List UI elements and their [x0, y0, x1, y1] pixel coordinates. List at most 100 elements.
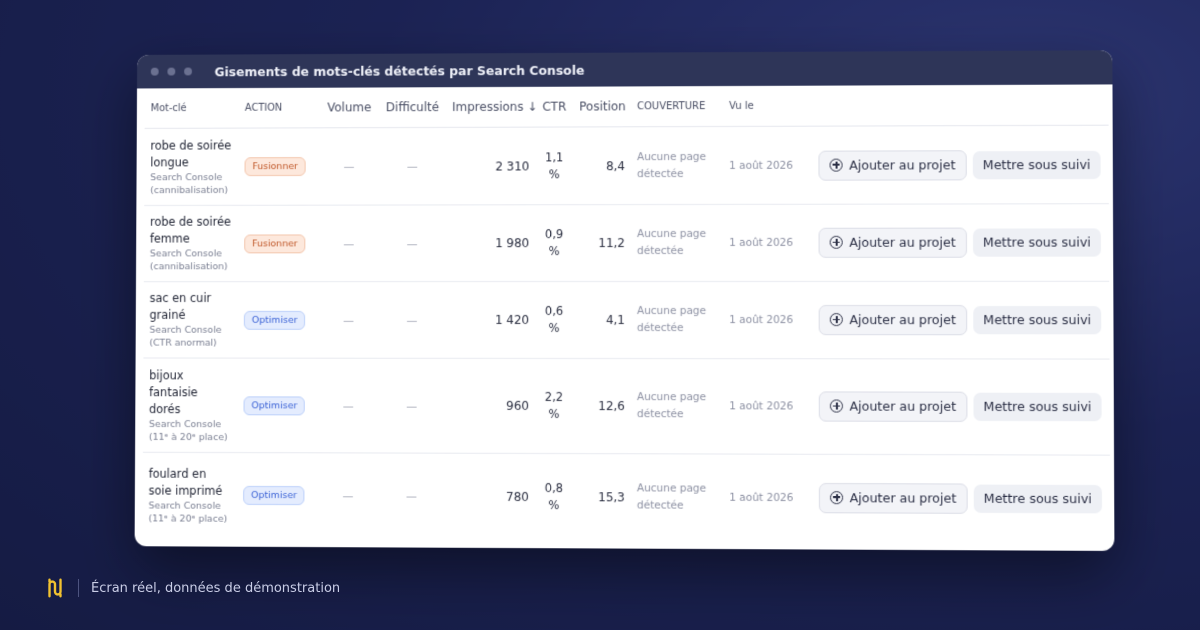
keyword-text: foulard en soie imprimé — [148, 466, 223, 498]
add-to-project-button[interactable]: Ajouter au projet — [819, 305, 968, 336]
ctr-unit: % — [548, 320, 560, 335]
col-header-volume[interactable]: Volume — [319, 87, 379, 128]
table-header-row: Mot-clé ACTION Volume Difficulté Impress… — [144, 84, 1109, 129]
ctr-value: 2,2 — [544, 389, 564, 404]
impressions-cell: 2 310 — [445, 127, 536, 205]
position-cell: 8,4 — [573, 126, 632, 205]
difficulty-cell: — — [378, 281, 446, 359]
window-maximize-dot[interactable] — [184, 67, 192, 76]
keyword-source-detail: (cannibalisation) — [149, 261, 228, 273]
follow-button[interactable]: Mettre sous suivi — [973, 392, 1102, 422]
table-row: foulard en soie imprimé Search Console (11… — [142, 452, 1110, 542]
col-header-impressions[interactable]: Impressions ↓ — [446, 86, 537, 128]
col-header-actions — [795, 84, 1109, 127]
footer-divider — [78, 579, 79, 597]
ctr-cell: 1,1% — [535, 126, 574, 205]
app-window: Gisements de mots-clés détectés par Sear… — [134, 50, 1115, 551]
keyword-source: Search Console — [148, 500, 221, 512]
seen-date-cell: 1 août 2026 — [723, 358, 796, 455]
keyword-text: robe de soirée longue — [150, 138, 232, 169]
keyword-text: robe de soirée femme — [149, 214, 231, 246]
volume-cell: — — [318, 358, 379, 453]
ctr-unit: % — [548, 244, 560, 259]
ctr-unit: % — [548, 166, 560, 181]
ctr-value: 0,9 — [545, 227, 564, 242]
difficulty-cell: — — [377, 358, 446, 454]
keyword-source-detail: (CTR anormal) — [149, 337, 217, 349]
impressions-cell: 1 420 — [445, 281, 536, 359]
add-to-project-button[interactable]: Ajouter au projet — [819, 391, 968, 422]
keyword-source: Search Console — [150, 171, 223, 183]
col-header-difficulty[interactable]: Difficulté — [378, 87, 447, 128]
plus-circle-icon — [830, 399, 844, 413]
impressions-cell: 1 980 — [445, 204, 536, 282]
window-titlebar: Gisements de mots-clés détectés par Sear… — [137, 50, 1113, 89]
add-to-project-label: Ajouter au projet — [849, 489, 957, 506]
brand-logo-icon — [48, 578, 62, 598]
footer: Écran réel, données de démonstration — [44, 577, 340, 599]
ctr-value: 0,8 — [544, 480, 564, 495]
action-badge: Optimiser — [243, 485, 305, 506]
table-row: robe de soirée femme Search Console (canni… — [143, 203, 1110, 282]
add-to-project-button[interactable]: Ajouter au projet — [818, 149, 967, 181]
impressions-cell: 960 — [445, 358, 536, 454]
ctr-cell: 0,9% — [535, 204, 574, 282]
ctr-cell: 2,2% — [534, 358, 574, 454]
keyword-source: Search Console — [149, 324, 222, 336]
col-header-position[interactable]: Position — [573, 86, 632, 127]
keywords-table: Mot-clé ACTION Volume Difficulté Impress… — [142, 84, 1110, 541]
ctr-cell: 0,6% — [535, 281, 574, 359]
action-badge: Optimiser — [243, 395, 306, 415]
plus-circle-icon — [830, 313, 844, 327]
col-header-seen[interactable]: Vu le — [723, 85, 796, 127]
window-close-dot[interactable] — [150, 67, 159, 76]
col-header-action[interactable]: ACTION — [238, 87, 320, 129]
ctr-value: 0,6 — [544, 303, 564, 318]
seen-date-cell: 1 août 2026 — [723, 126, 796, 205]
coverage-cell: Aucune page détectée — [630, 358, 724, 455]
footer-caption: Écran réel, données de démonstration — [91, 580, 341, 596]
col-header-coverage[interactable]: COUVERTURE — [631, 86, 724, 127]
coverage-cell: Aucune page détectée — [631, 126, 724, 205]
keyword-source: Search Console — [148, 418, 222, 430]
follow-button[interactable]: Mettre sous suivi — [973, 484, 1103, 513]
volume-cell: — — [342, 489, 354, 503]
add-to-project-button[interactable]: Ajouter au projet — [819, 227, 967, 258]
difficulty-cell: — — [378, 127, 447, 206]
col-header-ctr[interactable]: CTR — [535, 86, 574, 128]
follow-button[interactable]: Mettre sous suivi — [972, 228, 1101, 257]
action-badge: Optimiser — [243, 310, 306, 330]
table-row: sac en cuir grainé Search Console (CTR ano… — [143, 281, 1110, 360]
position-cell: 12,6 — [572, 358, 631, 454]
position-cell: 15,3 — [598, 489, 625, 504]
ctr-value: 1,1 — [545, 149, 564, 164]
volume-cell: — — [319, 127, 379, 206]
ctr-unit: % — [548, 406, 560, 421]
col-header-keyword[interactable]: Mot-clé — [144, 88, 239, 129]
add-to-project-label: Ajouter au projet — [849, 234, 956, 250]
ctr-cell: 0,8% — [535, 453, 573, 539]
window-title: Gisements de mots-clés détectés par Sear… — [214, 62, 585, 79]
keyword-source-detail: (11ᵉ à 20ᵉ place) — [148, 512, 228, 525]
follow-button[interactable]: Mettre sous suivi — [973, 306, 1102, 335]
impressions-cell: 780 — [506, 489, 529, 504]
add-to-project-label: Ajouter au projet — [849, 398, 957, 414]
volume-cell: — — [318, 281, 379, 359]
plus-circle-icon — [829, 158, 844, 172]
table-row: robe de soirée longue Search Console (cann… — [144, 125, 1109, 206]
plus-circle-icon — [830, 490, 844, 504]
action-badge: Fusionner — [244, 233, 306, 253]
coverage-cell: Aucune page détectée — [636, 481, 707, 512]
seen-date-cell: 1 août 2026 — [729, 491, 794, 504]
coverage-cell: Aucune page détectée — [630, 281, 724, 359]
window-minimize-dot[interactable] — [167, 67, 176, 76]
add-to-project-button[interactable]: Ajouter au projet — [819, 482, 968, 514]
difficulty-cell: — — [405, 489, 417, 503]
follow-button[interactable]: Mettre sous suivi — [972, 150, 1101, 179]
plus-circle-icon — [830, 235, 844, 249]
position-cell: 4,1 — [573, 281, 632, 359]
ctr-unit: % — [548, 497, 560, 512]
add-to-project-label: Ajouter au projet — [849, 312, 956, 328]
seen-date-cell: 1 août 2026 — [723, 281, 796, 359]
position-cell: 11,2 — [573, 204, 632, 282]
